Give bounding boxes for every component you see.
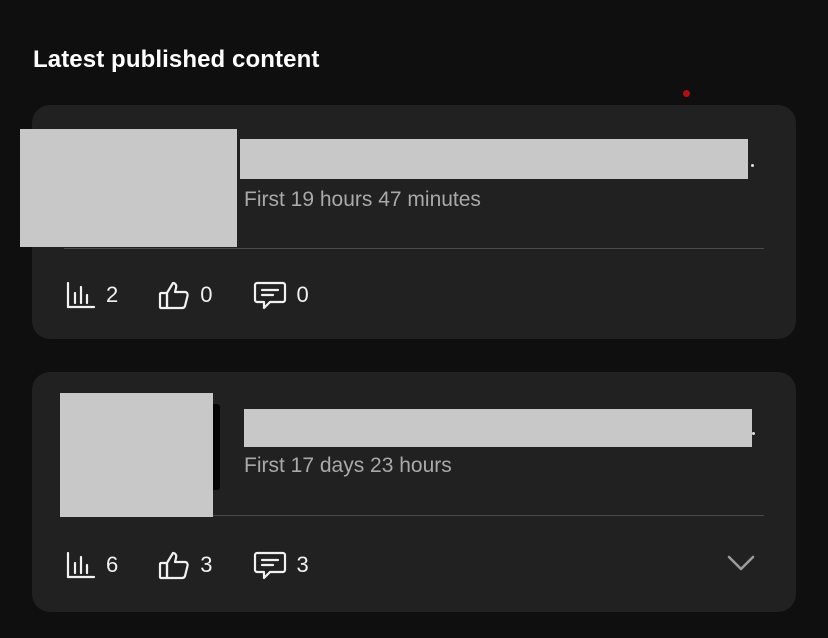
comment-icon — [253, 550, 287, 580]
title-overflow-dot — [752, 432, 755, 435]
content-thumbnail[interactable] — [20, 129, 237, 247]
bar-chart-icon — [66, 281, 96, 309]
notification-dot — [683, 90, 690, 97]
comments-stat: 3 — [253, 550, 309, 580]
bar-chart-icon — [66, 551, 96, 579]
content-published-time: First 19 hours 47 minutes — [244, 188, 481, 211]
likes-count: 0 — [200, 282, 213, 307]
divider — [64, 248, 764, 249]
comments-count: 0 — [296, 282, 309, 307]
content-published-time: First 17 days 23 hours — [244, 454, 452, 477]
thumbs-up-icon — [158, 280, 190, 310]
comment-icon — [253, 280, 287, 310]
title-overflow-dot — [751, 164, 754, 167]
views-stat: 2 — [66, 281, 118, 309]
divider — [213, 515, 764, 516]
chevron-down-icon[interactable] — [726, 554, 756, 577]
content-thumbnail[interactable] — [60, 393, 213, 517]
stats-row: 2 0 0 — [66, 280, 349, 310]
stats-row: 6 3 3 — [66, 550, 349, 580]
views-count: 2 — [106, 282, 119, 307]
likes-count: 3 — [200, 552, 213, 577]
thumbs-up-icon — [158, 550, 190, 580]
content-title-redacted[interactable] — [240, 139, 748, 179]
content-card[interactable]: First 17 days 23 hours 6 3 3 — [32, 372, 796, 612]
comments-count: 3 — [296, 552, 309, 577]
views-stat: 6 — [66, 551, 118, 579]
comments-stat: 0 — [253, 280, 309, 310]
views-count: 6 — [106, 552, 119, 577]
page: Latest published content First 19 hours … — [0, 0, 828, 638]
content-title-redacted[interactable] — [244, 409, 752, 447]
content-card[interactable]: First 19 hours 47 minutes 2 0 0 — [20, 105, 796, 339]
likes-stat: 3 — [158, 550, 213, 580]
section-title: Latest published content — [33, 46, 320, 73]
likes-stat: 0 — [158, 280, 213, 310]
